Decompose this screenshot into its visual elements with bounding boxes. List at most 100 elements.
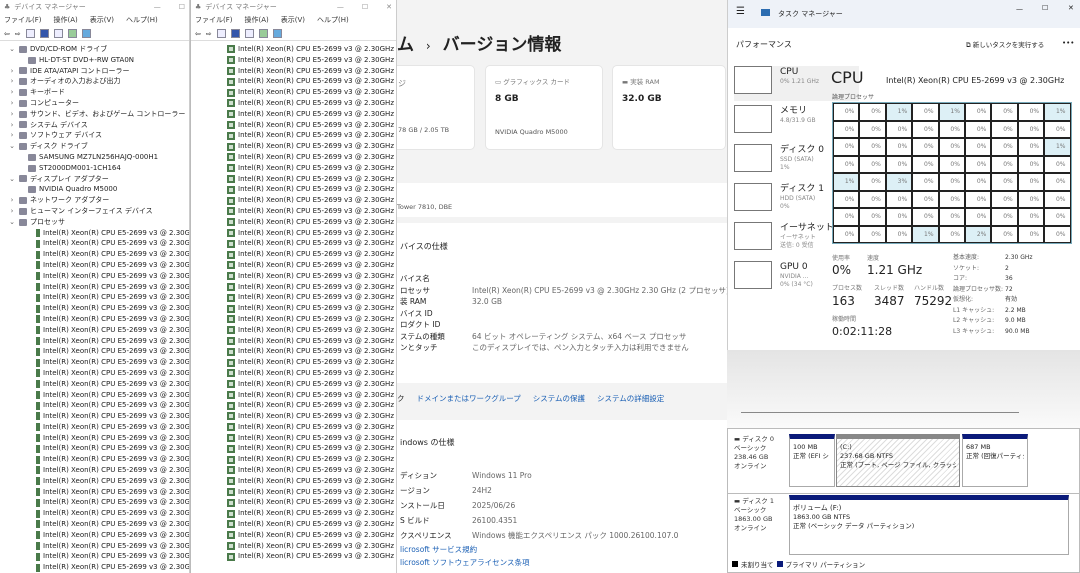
processor-item[interactable]: Intel(R) Xeon(R) CPU E5-2699 v3 @ 2.30GH…	[227, 66, 396, 77]
tree-item[interactable]: HL-DT-ST DVD+-RW GTA0N	[0, 55, 189, 66]
processor-item[interactable]: Intel(R) Xeon(R) CPU E5-2699 v3 @ 2.30GH…	[227, 228, 396, 239]
back-icon[interactable]: ⇦	[195, 30, 201, 38]
processor-item[interactable]: Intel(R) Xeon(R) CPU E5-2699 v3 @ 2.30GH…	[227, 238, 396, 249]
processor-item[interactable]: Intel(R) Xeon(R) CPU E5-2699 v3 @ 2.30GH…	[227, 336, 396, 347]
processor-item[interactable]: Intel(R) Xeon(R) CPU E5-2699 v3 @ 2.30GH…	[0, 530, 189, 541]
tree-item[interactable]: ⌄ ディスク ドライブ	[0, 141, 189, 152]
processor-item[interactable]: Intel(R) Xeon(R) CPU E5-2699 v3 @ 2.30GH…	[0, 465, 189, 476]
processor-item[interactable]: Intel(R) Xeon(R) CPU E5-2699 v3 @ 2.30GH…	[0, 228, 189, 239]
processor-item[interactable]: Intel(R) Xeon(R) CPU E5-2699 v3 @ 2.30GH…	[0, 357, 189, 368]
scan-hardware-icon[interactable]	[258, 29, 268, 38]
menu-help[interactable]: ヘルプ(H)	[317, 15, 349, 25]
menu-view[interactable]: 表示(V)	[281, 15, 305, 25]
processor-item[interactable]: Intel(R) Xeon(R) CPU E5-2699 v3 @ 2.30GH…	[0, 390, 189, 401]
processor-item[interactable]: Intel(R) Xeon(R) CPU E5-2699 v3 @ 2.30GH…	[227, 357, 396, 368]
properties-icon[interactable]	[216, 29, 226, 38]
tree-item[interactable]: SAMSUNG MZ7LN256HAJQ-000H1	[0, 152, 189, 163]
chevron-down-icon[interactable]: ⌄	[8, 141, 16, 152]
processor-item[interactable]: Intel(R) Xeon(R) CPU E5-2699 v3 @ 2.30GH…	[0, 368, 189, 379]
processor-item[interactable]: Intel(R) Xeon(R) CPU E5-2699 v3 @ 2.30GH…	[227, 217, 396, 228]
processor-item[interactable]: Intel(R) Xeon(R) CPU E5-2699 v3 @ 2.30GH…	[227, 98, 396, 109]
menu-action[interactable]: 操作(A)	[54, 15, 78, 25]
processor-item[interactable]: Intel(R) Xeon(R) CPU E5-2699 v3 @ 2.30GH…	[227, 487, 396, 498]
processor-item[interactable]: Intel(R) Xeon(R) CPU E5-2699 v3 @ 2.30GH…	[227, 109, 396, 120]
chevron-down-icon[interactable]: ⌄	[8, 174, 16, 185]
tree-item[interactable]: › ソフトウェア デバイス	[0, 130, 189, 141]
tree-item[interactable]: › キーボード	[0, 87, 189, 98]
chevron-right-icon[interactable]: ›	[8, 87, 16, 98]
processor-item[interactable]: Intel(R) Xeon(R) CPU E5-2699 v3 @ 2.30GH…	[227, 346, 396, 357]
chevron-right-icon[interactable]: ›	[8, 206, 16, 217]
help-icon[interactable]	[230, 29, 240, 38]
menu-action[interactable]: 操作(A)	[245, 15, 269, 25]
link-domain-workgroup[interactable]: ドメインまたはワークグループ	[417, 393, 521, 404]
device-spec-section[interactable]: バイスの仕様 バイス名 ロセッサ Intel(R) Xeon(R) CPU E5-2…	[397, 223, 727, 383]
processor-item[interactable]: Intel(R) Xeon(R) CPU E5-2699 v3 @ 2.30GH…	[227, 184, 396, 195]
processor-item[interactable]: Intel(R) Xeon(R) CPU E5-2699 v3 @ 2.30GH…	[227, 314, 396, 325]
processor-item[interactable]: Intel(R) Xeon(R) CPU E5-2699 v3 @ 2.30GH…	[227, 303, 396, 314]
close-button[interactable]: ✕	[1068, 4, 1074, 12]
processor-item[interactable]: Intel(R) Xeon(R) CPU E5-2699 v3 @ 2.30GH…	[0, 443, 189, 454]
link-advanced-settings[interactable]: システムの詳細設定	[597, 393, 664, 404]
processor-item[interactable]: Intel(R) Xeon(R) CPU E5-2699 v3 @ 2.30GH…	[0, 260, 189, 271]
processor-item[interactable]: Intel(R) Xeon(R) CPU E5-2699 v3 @ 2.30GH…	[0, 292, 189, 303]
processor-item[interactable]: Intel(R) Xeon(R) CPU E5-2699 v3 @ 2.30GH…	[0, 487, 189, 498]
run-new-task-button[interactable]: ⧉ 新しいタスクを実行する	[966, 39, 1044, 50]
processor-item[interactable]: Intel(R) Xeon(R) CPU E5-2699 v3 @ 2.30GH…	[0, 519, 189, 530]
processor-item[interactable]: Intel(R) Xeon(R) CPU E5-2699 v3 @ 2.30GH…	[227, 454, 396, 465]
processor-item[interactable]: Intel(R) Xeon(R) CPU E5-2699 v3 @ 2.30GH…	[0, 454, 189, 465]
processor-item[interactable]: Intel(R) Xeon(R) CPU E5-2699 v3 @ 2.30GH…	[227, 519, 396, 530]
processor-item[interactable]: Intel(R) Xeon(R) CPU E5-2699 v3 @ 2.30GH…	[227, 411, 396, 422]
processor-item[interactable]: Intel(R) Xeon(R) CPU E5-2699 v3 @ 2.30GH…	[0, 325, 189, 336]
processor-item[interactable]: Intel(R) Xeon(R) CPU E5-2699 v3 @ 2.30GH…	[0, 497, 189, 508]
back-icon[interactable]: ⇦	[4, 30, 10, 38]
tree-item[interactable]: › オーディオの入力および出力	[0, 76, 189, 87]
processor-item[interactable]: Intel(R) Xeon(R) CPU E5-2699 v3 @ 2.30GH…	[0, 271, 189, 282]
processor-item[interactable]: Intel(R) Xeon(R) CPU E5-2699 v3 @ 2.30GH…	[227, 195, 396, 206]
forward-icon[interactable]: ⇨	[15, 30, 21, 38]
monitor-icon[interactable]	[81, 29, 91, 38]
chevron-down-icon[interactable]: ⌄	[8, 217, 16, 228]
chevron-right-icon[interactable]: ›	[8, 98, 16, 109]
processor-item[interactable]: Intel(R) Xeon(R) CPU E5-2699 v3 @ 2.30GH…	[227, 282, 396, 293]
processor-item[interactable]: Intel(R) Xeon(R) CPU E5-2699 v3 @ 2.30GH…	[227, 260, 396, 271]
processor-item[interactable]: Intel(R) Xeon(R) CPU E5-2699 v3 @ 2.30GH…	[227, 465, 396, 476]
processor-item[interactable]: Intel(R) Xeon(R) CPU E5-2699 v3 @ 2.30GH…	[0, 476, 189, 487]
processor-item[interactable]: Intel(R) Xeon(R) CPU E5-2699 v3 @ 2.30GH…	[0, 303, 189, 314]
minimize-button[interactable]: —	[1016, 5, 1023, 13]
processor-item[interactable]: Intel(R) Xeon(R) CPU E5-2699 v3 @ 2.30GH…	[227, 249, 396, 260]
update-driver-icon[interactable]	[53, 29, 63, 38]
processor-item[interactable]: Intel(R) Xeon(R) CPU E5-2699 v3 @ 2.30GH…	[227, 325, 396, 336]
minimize-button[interactable]: —	[337, 3, 344, 11]
scrollbar[interactable]	[741, 412, 1019, 413]
breadcrumb-parent[interactable]: ム	[397, 35, 414, 55]
link-system-protection[interactable]: システムの保護	[533, 393, 585, 404]
hamburger-menu-icon[interactable]: ☰	[736, 6, 745, 17]
partition-f[interactable]: ボリューム (F:) 1863.00 GB NTFS 正常 (ベーシック データ パ…	[789, 495, 1069, 555]
processor-item[interactable]: Intel(R) Xeon(R) CPU E5-2699 v3 @ 2.30GH…	[227, 433, 396, 444]
processor-item[interactable]: Intel(R) Xeon(R) CPU E5-2699 v3 @ 2.30GH…	[0, 422, 189, 433]
partition-efi[interactable]: 100 MB 正常 (EFI シ	[789, 434, 835, 487]
processor-item[interactable]: Intel(R) Xeon(R) CPU E5-2699 v3 @ 2.30GH…	[0, 508, 189, 519]
chevron-down-icon[interactable]: ⌄	[8, 44, 16, 55]
menu-file[interactable]: ファイル(F)	[4, 15, 42, 25]
processor-item[interactable]: Intel(R) Xeon(R) CPU E5-2699 v3 @ 2.30GH…	[227, 271, 396, 282]
tree-item[interactable]: › ヒューマン インターフェイス デバイス	[0, 206, 189, 217]
link-ms-license[interactable]: licrosoft ソフトウェアライセンス条項	[400, 557, 529, 568]
chevron-right-icon[interactable]: ›	[8, 130, 16, 141]
processor-item[interactable]: Intel(R) Xeon(R) CPU E5-2699 v3 @ 2.30GH…	[227, 551, 396, 562]
tree-item[interactable]: › サウンド、ビデオ、およびゲーム コントローラー	[0, 109, 189, 120]
processor-item[interactable]: Intel(R) Xeon(R) CPU E5-2699 v3 @ 2.30GH…	[0, 400, 189, 411]
processor-item[interactable]: Intel(R) Xeon(R) CPU E5-2699 v3 @ 2.30GH…	[0, 541, 189, 552]
maximize-button[interactable]: ☐	[362, 3, 368, 11]
processor-item[interactable]: Intel(R) Xeon(R) CPU E5-2699 v3 @ 2.30GH…	[0, 249, 189, 260]
processor-item[interactable]: Intel(R) Xeon(R) CPU E5-2699 v3 @ 2.30GH…	[227, 174, 396, 185]
processor-item[interactable]: Intel(R) Xeon(R) CPU E5-2699 v3 @ 2.30GH…	[0, 346, 189, 357]
processor-item[interactable]: Intel(R) Xeon(R) CPU E5-2699 v3 @ 2.30GH…	[227, 508, 396, 519]
forward-icon[interactable]: ⇨	[206, 30, 212, 38]
tree-item[interactable]: › ネットワーク アダプター	[0, 195, 189, 206]
scan-hardware-icon[interactable]	[67, 29, 77, 38]
processor-item[interactable]: Intel(R) Xeon(R) CPU E5-2699 v3 @ 2.30GH…	[227, 152, 396, 163]
processor-item[interactable]: Intel(R) Xeon(R) CPU E5-2699 v3 @ 2.30GH…	[0, 238, 189, 249]
processor-item[interactable]: Intel(R) Xeon(R) CPU E5-2699 v3 @ 2.30GH…	[227, 497, 396, 508]
